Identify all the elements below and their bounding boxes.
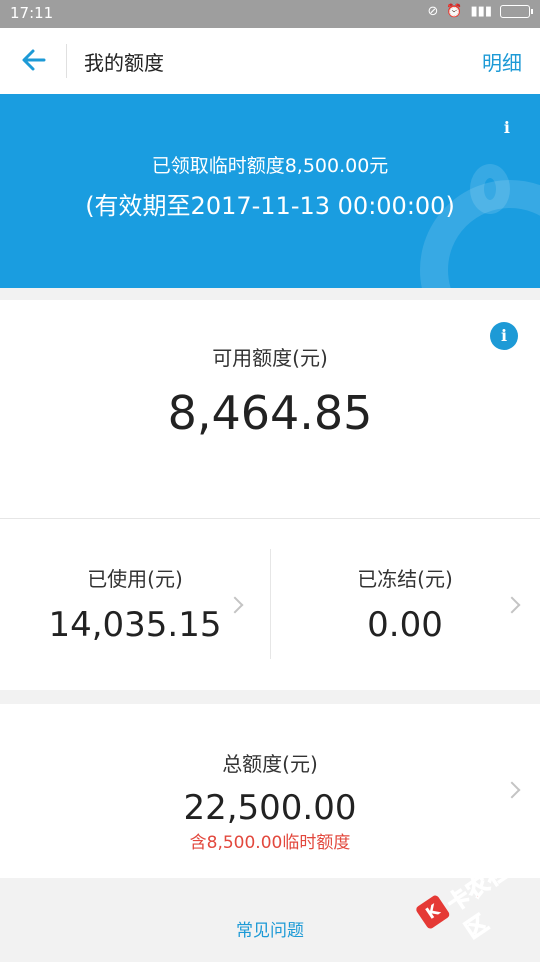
top-nav-bar: 我的额度 明细 [0, 28, 540, 94]
available-value: 8,464.85 [167, 386, 373, 440]
total-value: 22,500.00 [183, 788, 357, 828]
status-time: 17:11 [10, 4, 54, 22]
frozen-amount-cell[interactable]: 已冻结(元) 0.00 [270, 519, 540, 691]
info-icon[interactable]: i [504, 118, 510, 137]
status-bar: 17:11 ⊘ ⏰ ▮▮▮ [0, 0, 540, 28]
frozen-value: 0.00 [367, 605, 443, 645]
used-value: 14,035.15 [48, 605, 222, 645]
validity-text: (有效期至2017-11-13 00:00:00) [85, 192, 455, 220]
sync-icon: ⊘ [427, 4, 439, 19]
used-label: 已使用(元) [87, 567, 183, 591]
signal-icon: ▮▮▮ [470, 4, 492, 19]
alarm-icon: ⏰ [446, 4, 463, 19]
used-amount-cell[interactable]: 已使用(元) 14,035.15 [0, 519, 270, 691]
temporary-quota-banner: i 已领取临时额度8,500.00元 (有效期至2017-11-13 00:00… [0, 94, 540, 288]
status-icons: ⊘ ⏰ ▮▮▮ [427, 4, 533, 19]
nav-divider [66, 44, 67, 78]
available-quota-card: i 可用额度(元) 8,464.85 [0, 300, 540, 518]
arrow-left-icon [22, 49, 46, 71]
detail-link[interactable]: 明细 [482, 47, 522, 76]
temporary-quota-note: 含8,500.00临时额度 [189, 833, 351, 853]
total-label: 总额度(元) [222, 752, 318, 776]
back-button[interactable] [18, 44, 50, 76]
available-label: 可用额度(元) [212, 346, 328, 370]
page-title: 我的额度 [84, 51, 164, 75]
battery-icon [500, 5, 533, 18]
used-frozen-row: 已使用(元) 14,035.15 已冻结(元) 0.00 [0, 518, 540, 690]
temporary-quota-text: 已领取临时额度8,500.00元 [151, 155, 389, 177]
frozen-label: 已冻结(元) [357, 567, 453, 591]
